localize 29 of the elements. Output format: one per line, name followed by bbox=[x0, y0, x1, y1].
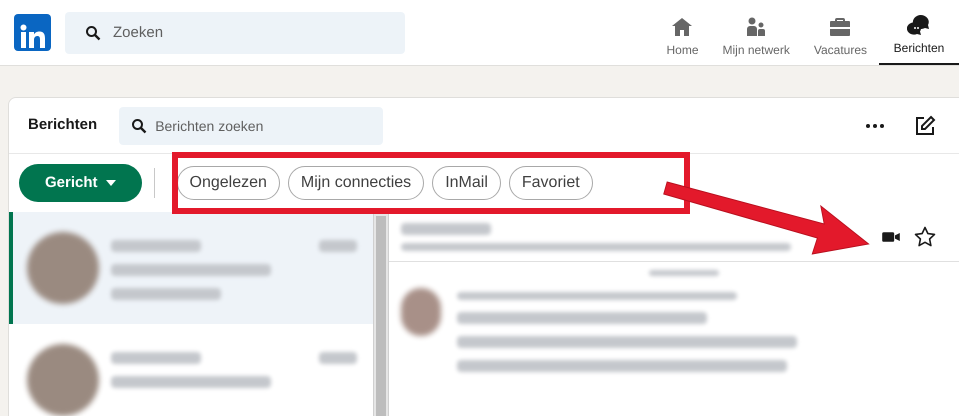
panel-title: Berichten bbox=[28, 115, 98, 136]
briefcase-icon bbox=[828, 15, 852, 39]
nav-tab[interactable]: Home bbox=[654, 0, 710, 65]
more-icon[interactable] bbox=[865, 122, 885, 130]
avatar-placeholder bbox=[27, 344, 99, 416]
compose-icon[interactable] bbox=[913, 114, 937, 138]
avatar-placeholder bbox=[27, 232, 99, 304]
filter-pill[interactable]: InMail bbox=[432, 166, 501, 200]
search-icon bbox=[131, 118, 148, 134]
filter-dropdown-button[interactable]: Gericht bbox=[19, 164, 142, 202]
blurred-text bbox=[319, 240, 357, 252]
nav-tab[interactable]: Vacatures bbox=[802, 0, 879, 65]
nav-tab[interactable]: Mijn netwerk bbox=[710, 0, 802, 65]
filter-pill[interactable]: Favoriet bbox=[508, 166, 593, 200]
blurred-text bbox=[319, 352, 357, 364]
message-search-field[interactable]: Berichten zoeken bbox=[119, 106, 384, 144]
caret-icon bbox=[106, 180, 116, 186]
conversation-item[interactable] bbox=[9, 212, 373, 324]
chat-bubbles-icon bbox=[907, 13, 931, 37]
search-field[interactable]: Zoeken bbox=[65, 12, 405, 54]
search-icon bbox=[85, 24, 101, 40]
star-icon[interactable] bbox=[913, 224, 937, 248]
avatar-placeholder bbox=[401, 288, 441, 336]
logo-icon[interactable] bbox=[14, 14, 51, 51]
filter-pill[interactable]: Ongelezen bbox=[176, 166, 280, 200]
blurred-text bbox=[649, 270, 719, 276]
home-icon bbox=[670, 15, 694, 39]
nav-tab[interactable]: Berichten bbox=[879, 0, 959, 65]
filter-pill[interactable]: Mijn connecties bbox=[288, 166, 424, 200]
